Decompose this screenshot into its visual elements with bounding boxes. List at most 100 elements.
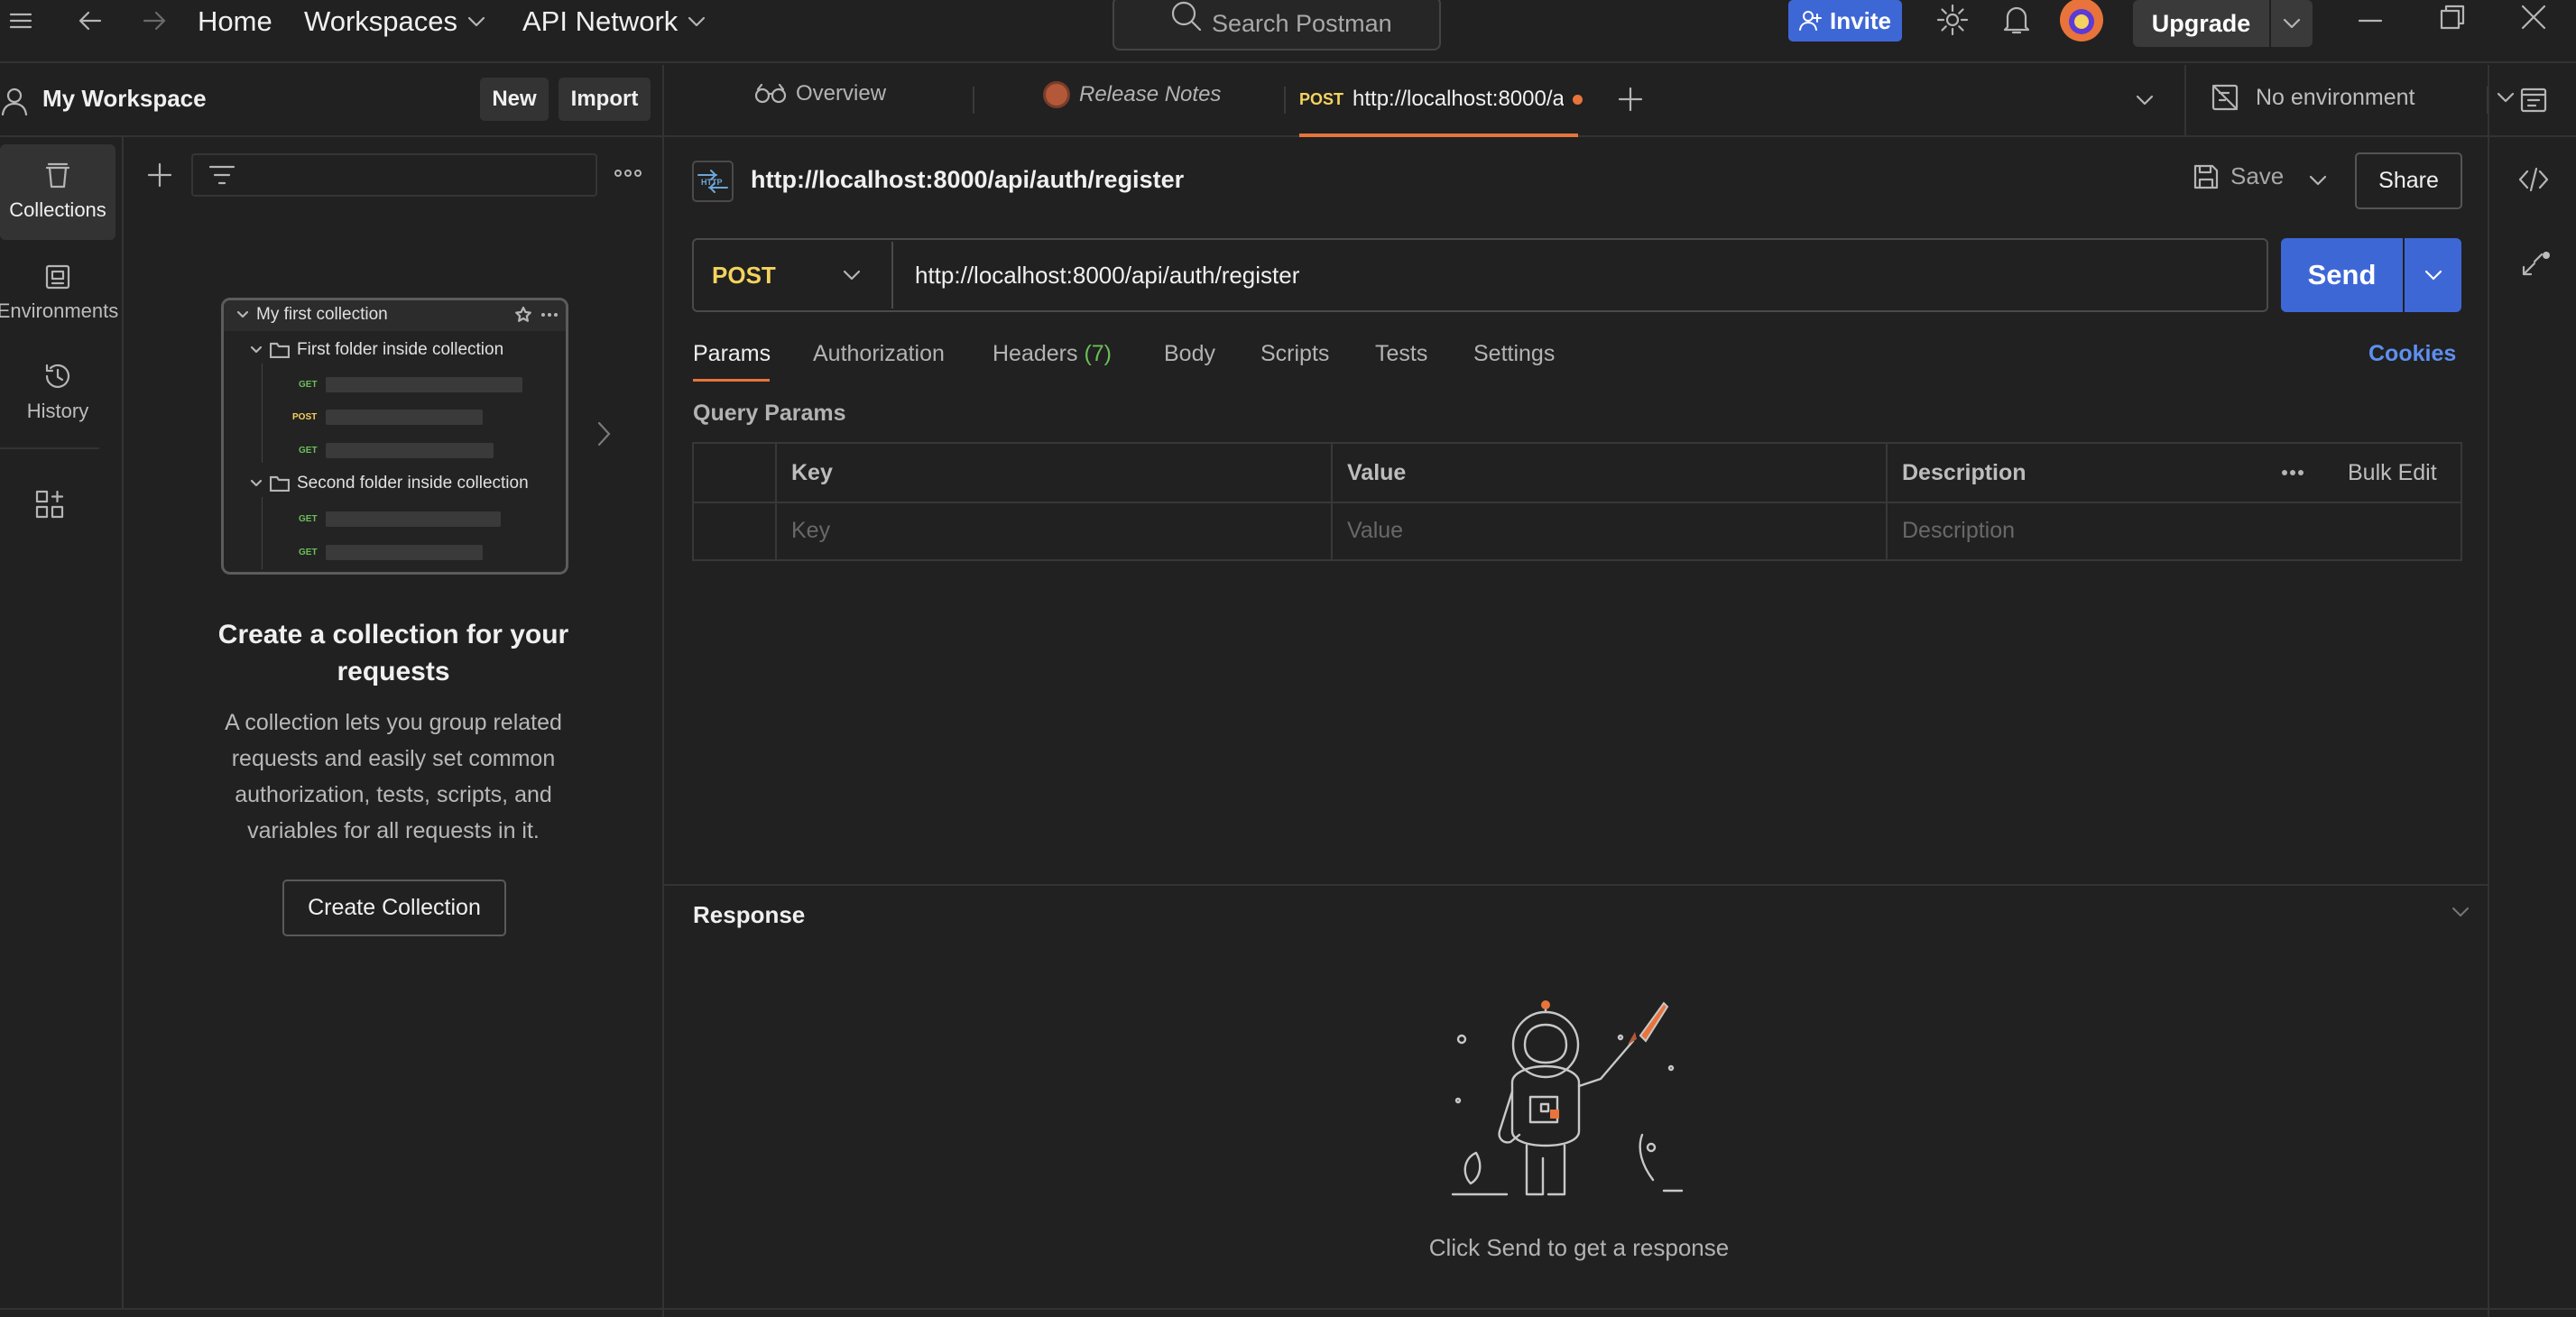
bulk-edit-button[interactable]: Bulk Edit [2348,460,2437,486]
nav-workspaces[interactable]: Workspaces [304,5,486,38]
new-tab-plus-icon[interactable] [1618,87,1643,112]
method-select[interactable]: POST [712,262,776,290]
tab-params[interactable]: Params [693,341,771,367]
chevron-down-icon [236,310,249,318]
method-chevron-down-icon[interactable] [842,269,862,281]
forward-arrow-icon[interactable] [141,7,168,34]
invite-button[interactable]: Invite [1788,0,1902,41]
tab-headers[interactable]: Headers (7) [993,341,1112,367]
cookies-link[interactable]: Cookies [2368,341,2456,367]
save-label: Save [2230,162,2285,189]
column-header-value: Value [1347,460,1407,485]
expand-panel-icon[interactable] [2520,251,2551,281]
release-notes-icon [1043,81,1070,108]
query-params-label: Query Params [693,401,846,426]
import-button-label: Import [570,87,639,111]
back-arrow-icon[interactable] [77,7,104,34]
close-window-icon[interactable] [2520,4,2547,31]
rail-item-history[interactable]: History [0,345,115,440]
tab-tests[interactable]: Tests [1375,341,1427,367]
preview-method-get: GET [299,514,318,524]
notifications-bell-icon[interactable] [2002,4,2031,36]
code-snippet-icon[interactable] [2518,166,2549,193]
tab-active-request[interactable]: POST http://localhost:8000/a [1299,87,1583,112]
query-params-table: Key Value Description Bulk Edit Key Valu… [692,442,2462,561]
preview-method-get: GET [299,446,318,456]
nav-home[interactable]: Home [198,5,272,38]
description-input[interactable]: Description [1902,518,2015,544]
rail-item-environments[interactable]: Environments [0,245,119,341]
tab-separator [1284,87,1286,114]
add-apps-icon[interactable] [35,490,64,519]
add-collection-plus-icon[interactable] [147,162,172,188]
user-icon [0,87,29,115]
rail-item-collections[interactable]: Collections [0,144,115,240]
chevron-down-icon [2424,270,2442,281]
empty-state-description: A collection lets you group related requ… [225,710,562,843]
filter-input[interactable] [191,153,597,197]
tab-settings[interactable]: Settings [1473,341,1555,367]
search-placeholder: Search Postman [1212,9,1392,37]
menu-icon[interactable] [9,9,32,32]
create-collection-button[interactable]: Create Collection [282,880,506,936]
preview-folder-row: First folder inside collection [250,340,503,360]
tab-headers-label: Headers [993,341,1078,366]
settings-gear-icon[interactable] [1936,4,1969,36]
tab-overview[interactable]: Overview [754,81,886,106]
import-button[interactable]: Import [559,78,651,121]
sidebar-border [662,65,664,1317]
upgrade-button[interactable]: Upgrade [2133,0,2269,47]
request-title[interactable]: http://localhost:8000/api/auth/register [751,166,1184,194]
more-options-icon[interactable] [614,168,642,179]
preview-collection-label: My first collection [256,305,388,324]
nav-home-label: Home [198,5,272,37]
rail-environments-label: Environments [0,299,119,322]
restore-window-icon[interactable] [2439,4,2466,31]
unsaved-dot [1573,94,1583,105]
upgrade-options-button[interactable] [2271,0,2313,47]
tab-scripts[interactable]: Scripts [1260,341,1329,367]
environment-selector[interactable]: No environment [2211,83,2516,112]
minimize-icon[interactable] [2357,9,2384,36]
history-clock-icon [45,364,70,388]
share-button[interactable]: Share [2355,152,2462,209]
more-options-icon [541,313,558,317]
preview-method-get: GET [299,548,318,557]
nav-api-network-label: API Network [522,5,679,37]
preview-folder2-label: Second folder inside collection [297,474,529,493]
nav-api-network[interactable]: API Network [522,5,706,38]
send-button[interactable]: Send [2281,238,2403,312]
status-bar-border [0,1308,2576,1310]
key-input[interactable]: Key [791,518,830,544]
url-input[interactable]: http://localhost:8000/api/auth/register [915,262,1299,290]
send-options-button[interactable] [2405,238,2461,312]
tab-body[interactable]: Body [1164,341,1215,367]
rail-collections-label: Collections [9,198,106,221]
tab-separator [973,87,974,114]
response-label: Response [693,901,806,928]
preview-method-get: GET [299,380,318,390]
avatar[interactable] [2060,0,2103,41]
trash-bin-collections-icon [45,162,70,189]
share-label: Share [2378,168,2439,193]
http-request-icon: HTTP [692,161,734,202]
more-options-icon[interactable] [2281,469,2304,476]
tab-url-label: http://localhost:8000/a [1353,87,1565,111]
preview-request-bar [326,443,494,458]
tab-authorization[interactable]: Authorization [813,341,945,367]
workspace-title[interactable]: My Workspace [42,85,207,113]
empty-state-heading: Create a collection for your requests [217,620,569,686]
save-button[interactable]: Save [2193,162,2284,190]
environment-quick-look-icon[interactable] [2519,86,2548,115]
save-options-chevron-icon[interactable] [2308,174,2328,187]
value-input[interactable]: Value [1347,518,1403,544]
preview-request-bar [326,545,483,560]
folder-icon [270,475,290,492]
tabs-overflow-chevron-icon[interactable] [2135,94,2155,106]
filter-icon [208,165,235,185]
search-input[interactable]: Search Postman [1113,0,1441,51]
chevron-right-icon[interactable] [596,420,613,447]
new-button[interactable]: New [480,78,549,121]
tab-release-notes[interactable]: Release Notes [1043,81,1221,108]
response-collapse-chevron-icon[interactable] [2451,907,2470,917]
